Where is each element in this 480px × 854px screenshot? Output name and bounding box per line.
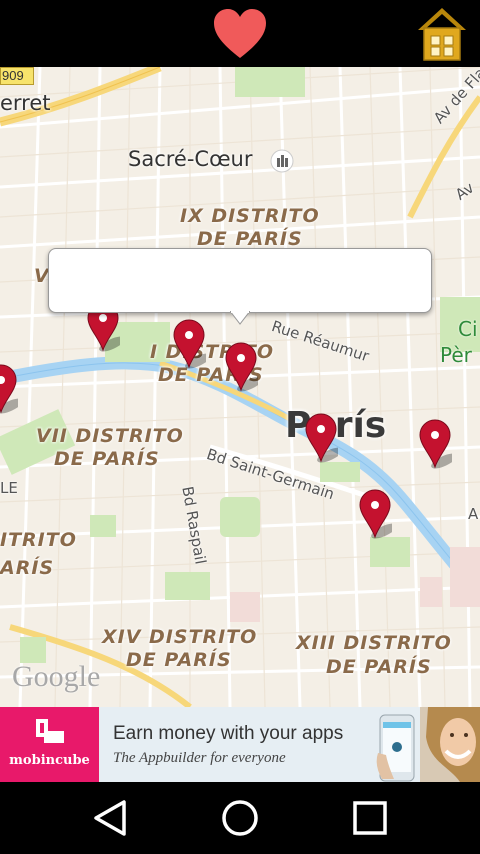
person-photo [420,707,480,782]
ad-banner[interactable]: mobincube Earn money with your apps The … [0,707,480,782]
map-label-xiii-district-1: XIII DISTRITO [296,632,452,654]
info-window-pointer [230,311,250,325]
map-label-sacre-coeur: Sacré-Cœur [128,147,253,171]
map-pin-4[interactable] [224,342,258,392]
marker-info-window[interactable] [48,248,432,313]
map-label-pere-partial: Pèr [440,343,472,367]
map-pin-6[interactable] [418,419,452,469]
map-label-left-distrito: ITRITO [0,529,77,551]
map-label-xiv-district-2: DE PARÍS [126,649,232,671]
phone-illustration [376,714,415,782]
google-attribution: Google [12,660,101,693]
top-bar [0,0,480,67]
home-circle-icon[interactable] [216,796,264,840]
home-icon[interactable] [416,6,468,62]
map-pin-3[interactable] [172,319,206,369]
map-pin-7[interactable] [358,489,392,539]
map-pin-1[interactable] [0,364,18,414]
map-label-vii-district-2: DE PARÍS [54,448,160,470]
heart-icon[interactable] [212,8,268,60]
ad-subline: The Appbuilder for everyone [113,750,286,766]
map-label-ix-district-1: IX DISTRITO [180,205,320,227]
ad-brand-name: mobincube [9,753,90,768]
back-triangle-icon[interactable] [86,796,134,840]
map-label-xiv-district-1: XIV DISTRITO [102,626,258,648]
map-view[interactable]: 909 erret Sacré-Cœur Av de Fla Av IX DIS… [0,67,480,707]
map-label-xiii-district-2: DE PARÍS [326,656,432,678]
recents-square-icon[interactable] [346,796,394,840]
map-pin-5[interactable] [304,413,338,463]
map-label-left-paris: ARÍS [0,557,55,579]
map-label-cite-partial: Ci [458,317,478,341]
ad-headline: Earn money with your apps [113,723,344,744]
road-number-shield: 909 [0,67,34,85]
map-label-erret: erret [0,91,51,115]
system-nav-bar [0,782,480,854]
mobincube-logo-mark [36,719,64,743]
map-label-a-partial: A [468,505,479,523]
map-label-vii-district-1: VII DISTRITO [36,425,184,447]
landmark-icon [270,149,294,173]
map-label-le-partial: LE [0,479,18,497]
mobincube-logo: mobincube [0,707,99,782]
